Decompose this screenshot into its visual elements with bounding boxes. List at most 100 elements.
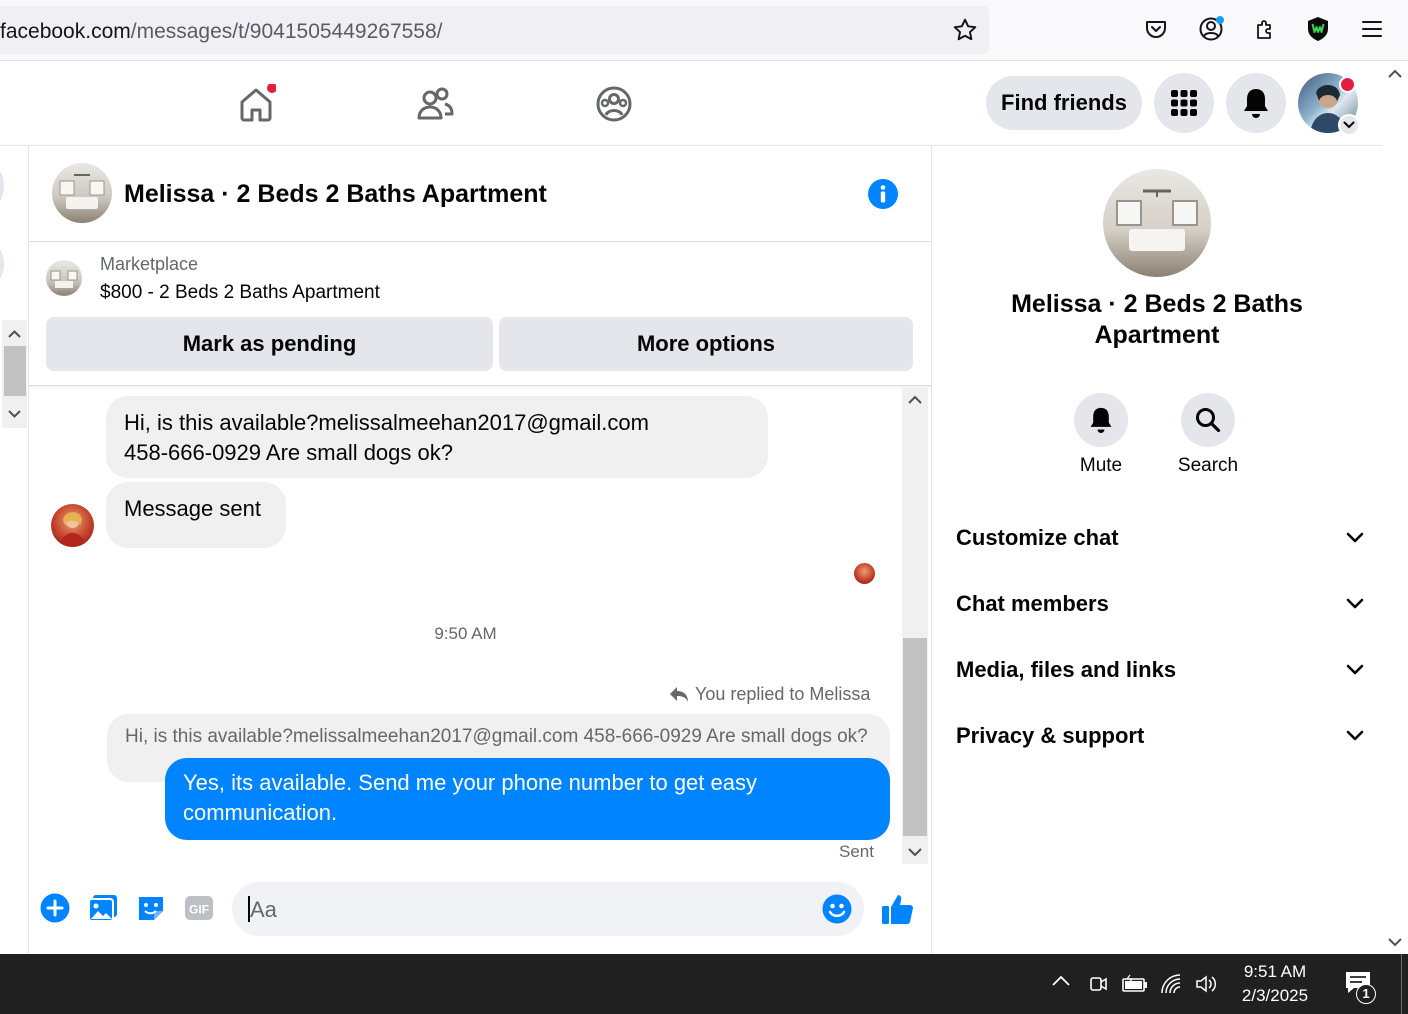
browser-toolbar: facebook.com/messages/t/9041505449267558… xyxy=(0,0,1408,61)
url-domain: facebook.com xyxy=(0,20,131,43)
battery-icon[interactable] xyxy=(1121,974,1149,994)
more-options-button[interactable]: More options xyxy=(499,317,913,371)
friends-nav-button[interactable] xyxy=(413,82,457,126)
details-avatar[interactable] xyxy=(1103,169,1211,277)
message-scrollbar[interactable] xyxy=(902,388,928,864)
home-nav-button[interactable] xyxy=(234,82,278,126)
gif-button[interactable]: GIF xyxy=(184,893,214,923)
message-scroll-thumb[interactable] xyxy=(903,638,927,836)
scroll-up-icon[interactable] xyxy=(2,324,27,344)
facebook-top-nav: Find friends xyxy=(0,62,1382,146)
customize-chat-section[interactable]: Customize chat xyxy=(956,518,1364,558)
message-status: Sent xyxy=(839,842,874,861)
notification-center-button[interactable]: 1 xyxy=(1344,970,1376,1004)
smiley-icon xyxy=(822,894,852,924)
bell-icon xyxy=(1244,89,1268,118)
url-text[interactable]: facebook.com/messages/t/9041505449267558… xyxy=(0,20,443,44)
volume-icon[interactable] xyxy=(1194,973,1218,995)
address-bar[interactable]: facebook.com/messages/t/9041505449267558… xyxy=(0,6,989,54)
shield-extension-icon[interactable] xyxy=(1303,14,1333,44)
pocket-icon[interactable] xyxy=(1141,14,1171,44)
message-timestamp: 9:50 AM xyxy=(434,624,497,643)
attach-media-button[interactable] xyxy=(88,893,118,923)
section-label: Media, files and links xyxy=(956,657,1177,682)
home-icon xyxy=(240,84,276,122)
taskbar-clock[interactable]: 9:51 AM 2/3/2025 xyxy=(1228,960,1322,1008)
message-text: 458-666-0929 Are small dogs ok? xyxy=(124,440,453,465)
mute-button[interactable] xyxy=(1074,393,1128,447)
info-icon xyxy=(868,179,898,209)
search-label: Search xyxy=(1177,455,1239,476)
scroll-down-icon[interactable] xyxy=(2,404,27,424)
scroll-up-icon[interactable] xyxy=(902,390,928,410)
show-desktop-divider[interactable] xyxy=(1401,954,1402,1014)
grid-icon xyxy=(1171,90,1197,116)
incoming-message-bubble[interactable]: Message sent xyxy=(106,482,286,548)
notification-count-badge: 1 xyxy=(1356,984,1376,1004)
conversation-info-button[interactable] xyxy=(867,178,899,210)
message-text: Message sent xyxy=(124,496,261,521)
chat-panel: Melissa · 2 Beds 2 Baths Apartment Marke… xyxy=(29,146,932,954)
search-in-conversation-button[interactable] xyxy=(1181,393,1235,447)
show-hidden-icons-button[interactable] xyxy=(1050,974,1072,988)
emoji-button[interactable] xyxy=(822,894,852,924)
chat-title[interactable]: Melissa · 2 Beds 2 Baths Apartment xyxy=(124,180,547,209)
chat-members-section[interactable]: Chat members xyxy=(956,584,1364,624)
outgoing-message-bubble[interactable]: Yes, its available. Send me your phone n… xyxy=(165,758,890,840)
account-icon[interactable] xyxy=(1196,14,1226,44)
thumbs-up-icon xyxy=(882,895,913,924)
menu-grid-button[interactable] xyxy=(1154,73,1214,133)
more-actions-button[interactable] xyxy=(40,893,70,923)
extensions-icon[interactable] xyxy=(1250,14,1280,44)
message-input-placeholder: Aa xyxy=(250,897,277,922)
chevron-down-icon xyxy=(1346,532,1364,543)
chat-header: Melissa · 2 Beds 2 Baths Apartment xyxy=(29,146,932,242)
profile-notification-dot xyxy=(1339,76,1356,93)
like-button[interactable] xyxy=(881,892,915,926)
conversation-details-panel: Melissa · 2 Beds 2 Baths Apartment Mute … xyxy=(932,146,1382,954)
reply-arrow-icon xyxy=(670,686,688,702)
details-title-line: Apartment xyxy=(1094,321,1220,349)
sidebar-avatar-partial[interactable] xyxy=(0,166,4,206)
reply-indicator-text: You replied to Melissa xyxy=(695,684,871,704)
sender-avatar[interactable] xyxy=(51,504,94,547)
scroll-down-icon[interactable] xyxy=(902,842,928,862)
section-label: Privacy & support xyxy=(956,723,1145,748)
windows-taskbar: 9:51 AM 2/3/2025 1 xyxy=(0,954,1408,1014)
wifi-icon[interactable] xyxy=(1159,973,1183,995)
incoming-message-bubble[interactable]: Hi, is this available?melissalmeehan2017… xyxy=(106,396,768,478)
section-label: Chat members xyxy=(956,591,1109,616)
listing-thumbnail[interactable] xyxy=(46,260,82,296)
melissa-avatar xyxy=(59,512,86,547)
sidebar-avatar-partial[interactable] xyxy=(0,244,4,284)
privacy-support-section[interactable]: Privacy & support xyxy=(956,716,1364,756)
chat-avatar[interactable] xyxy=(52,163,112,223)
media-files-links-section[interactable]: Media, files and links xyxy=(956,650,1364,690)
bookmark-star-icon[interactable] xyxy=(950,15,980,45)
message-input[interactable]: Aa xyxy=(232,882,864,936)
search-icon xyxy=(1196,408,1221,433)
plus-circle-icon xyxy=(40,893,70,923)
groups-nav-button[interactable] xyxy=(592,82,636,126)
notifications-button[interactable] xyxy=(1226,73,1286,133)
read-receipt-avatar xyxy=(854,563,875,584)
listing-photo xyxy=(50,270,78,288)
svg-text:GIF: GIF xyxy=(189,903,209,917)
sidebar-scroll-thumb[interactable] xyxy=(4,346,26,396)
quoted-message-text: Hi, is this available?melissalmeehan2017… xyxy=(125,726,868,747)
sticker-button[interactable] xyxy=(136,893,166,923)
friends-icon xyxy=(417,87,454,120)
scroll-up-icon[interactable] xyxy=(1382,64,1408,84)
chevron-down-icon xyxy=(1346,664,1364,675)
account-chevron-button[interactable] xyxy=(1338,114,1360,136)
find-friends-button[interactable]: Find friends xyxy=(986,76,1142,130)
mark-as-pending-button[interactable]: Mark as pending xyxy=(46,317,493,371)
listing-title[interactable]: $800 - 2 Beds 2 Baths Apartment xyxy=(100,282,380,304)
left-sidebar-collapsed xyxy=(0,146,29,954)
meet-now-icon[interactable] xyxy=(1088,973,1110,995)
gif-icon: GIF xyxy=(185,896,213,920)
sidebar-scrollbar[interactable] xyxy=(2,320,27,428)
scroll-down-icon[interactable] xyxy=(1382,932,1408,952)
menu-hamburger-icon[interactable] xyxy=(1357,14,1387,44)
page-scrollbar[interactable] xyxy=(1382,62,1408,954)
